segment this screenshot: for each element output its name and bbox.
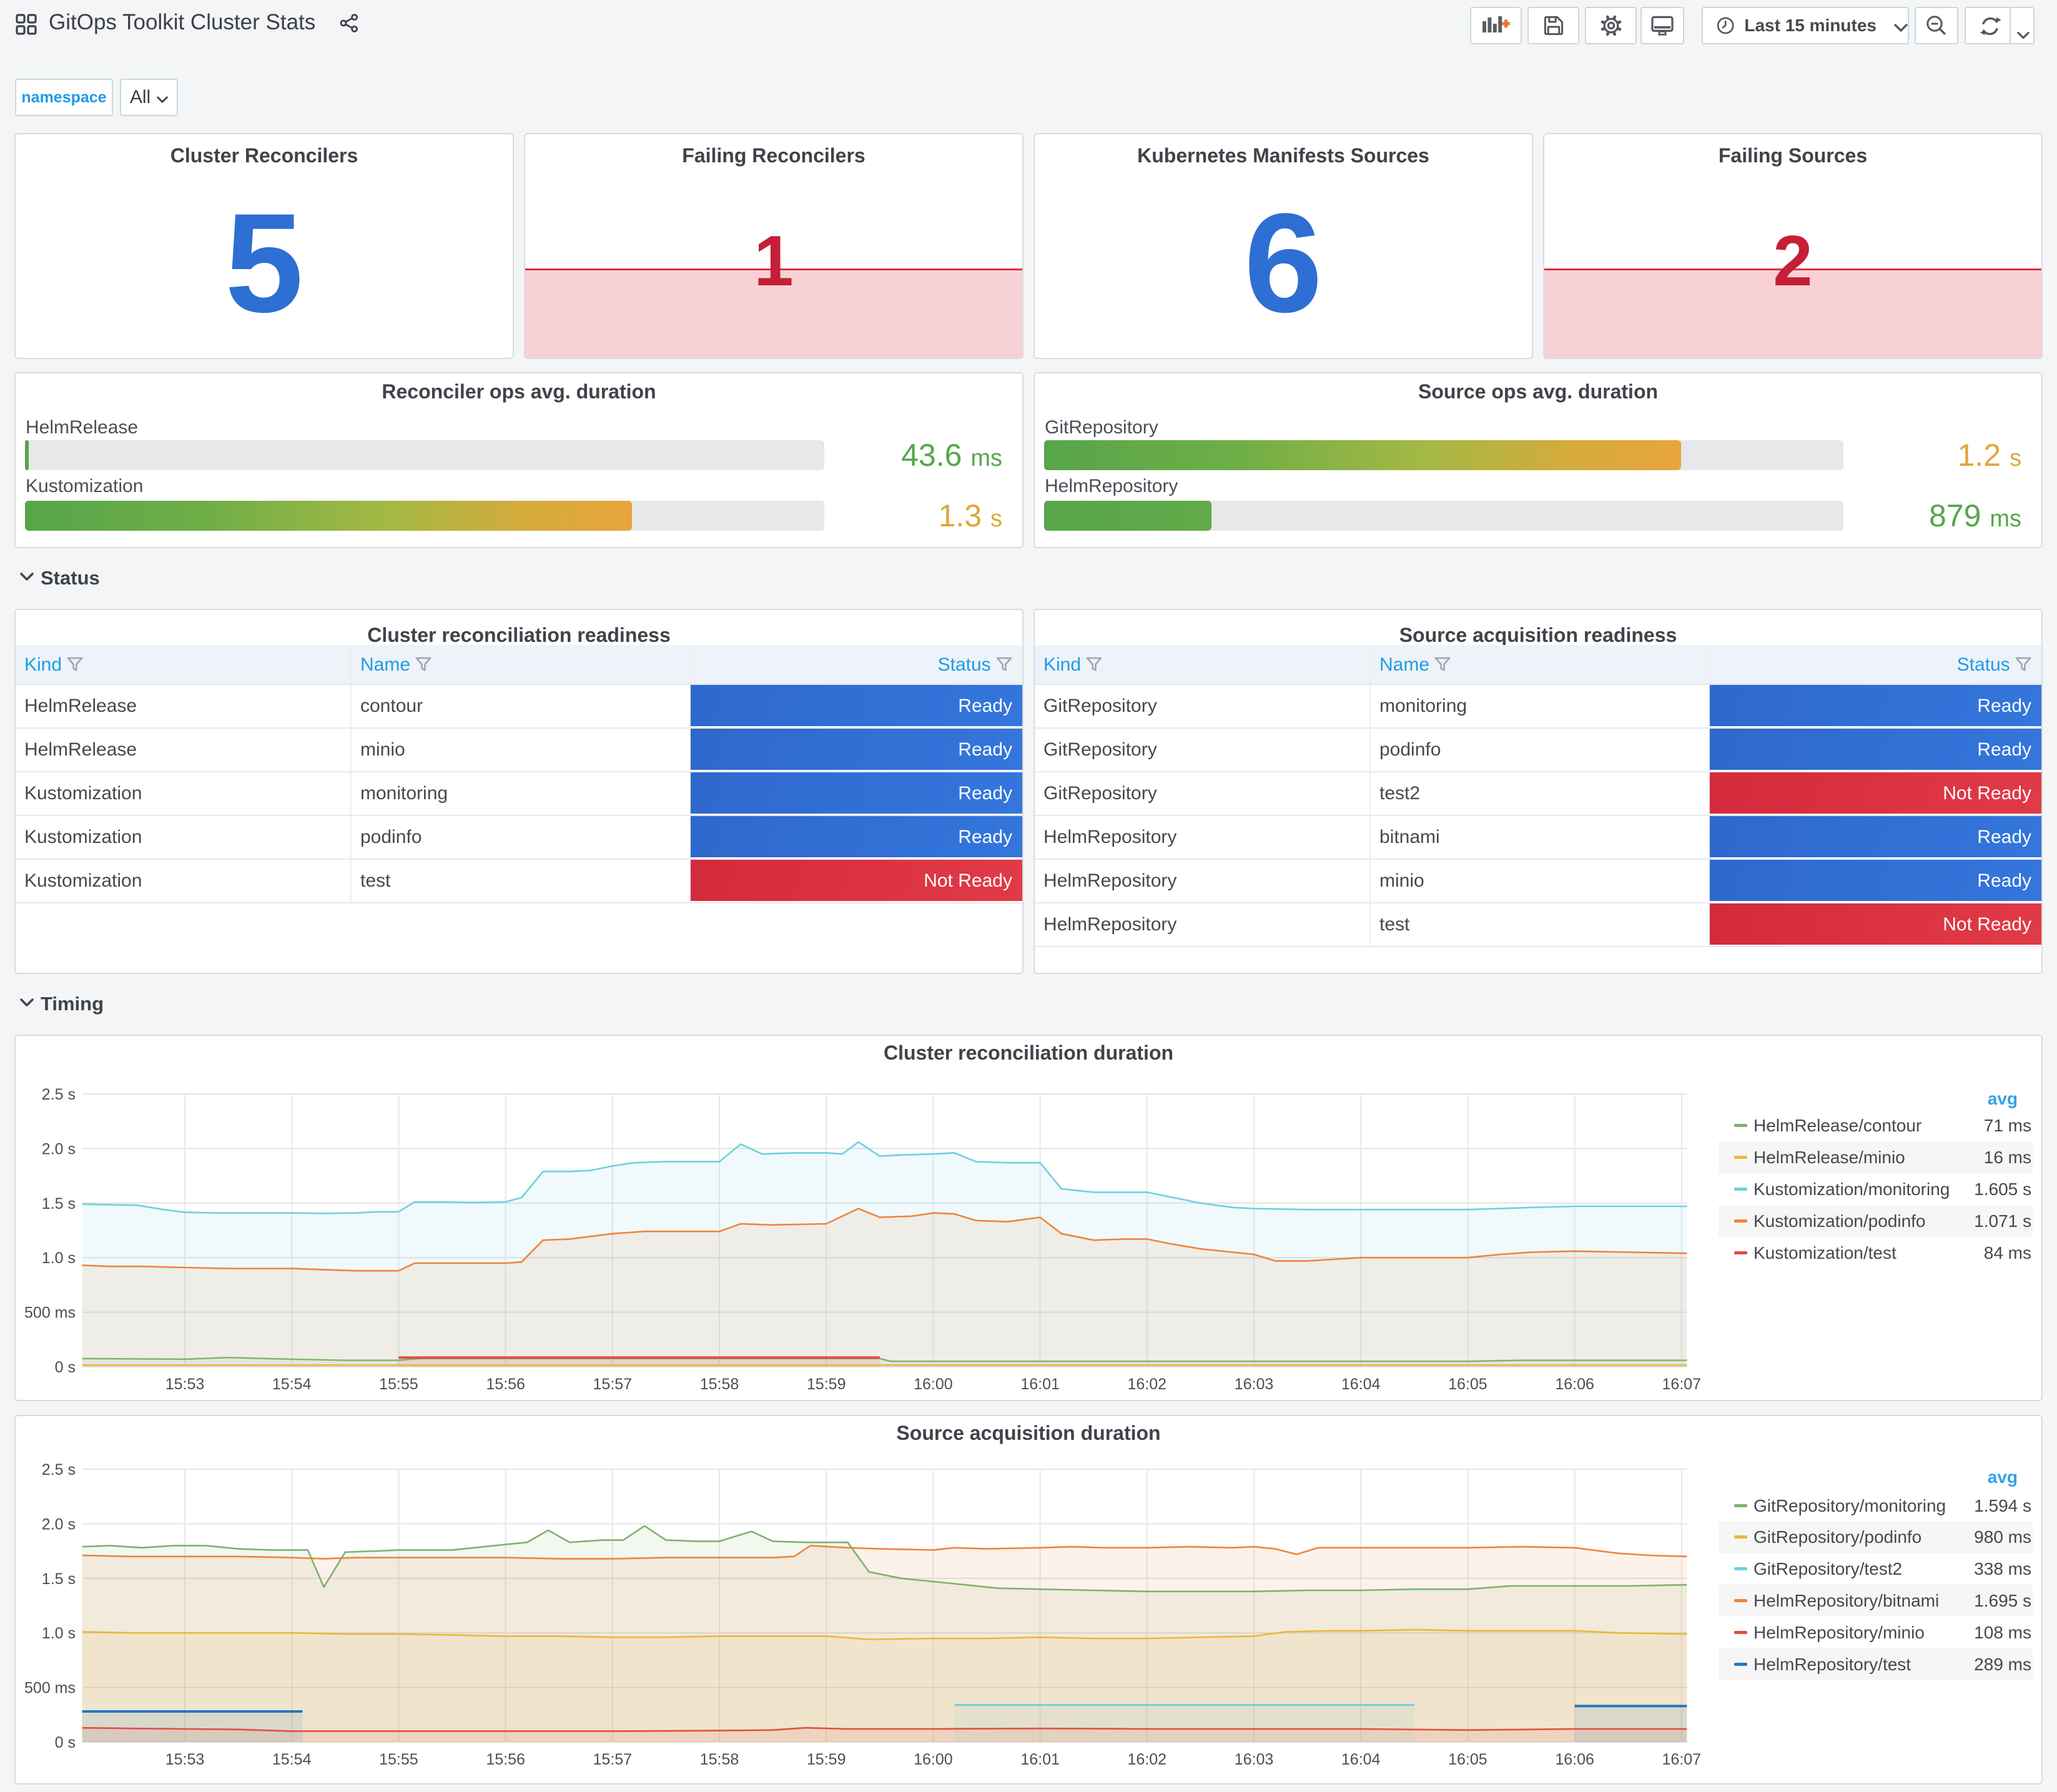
svg-text:16:07: 16:07: [1662, 1751, 1702, 1768]
svg-text:15:57: 15:57: [593, 1751, 633, 1768]
svg-text:16:07: 16:07: [1662, 1376, 1702, 1393]
svg-text:15:57: 15:57: [593, 1376, 633, 1393]
svg-text:0 s: 0 s: [55, 1734, 76, 1751]
svg-text:16:02: 16:02: [1128, 1376, 1167, 1393]
svg-text:15:59: 15:59: [807, 1376, 846, 1393]
svg-text:1.0 s: 1.0 s: [42, 1625, 76, 1642]
svg-text:500 ms: 500 ms: [24, 1680, 76, 1697]
svg-text:16:03: 16:03: [1235, 1751, 1274, 1768]
svg-text:15:59: 15:59: [807, 1751, 846, 1768]
svg-text:1.0 s: 1.0 s: [42, 1249, 76, 1267]
svg-text:15:54: 15:54: [272, 1751, 312, 1768]
svg-text:16:04: 16:04: [1341, 1376, 1381, 1393]
svg-text:1.5 s: 1.5 s: [42, 1570, 76, 1588]
svg-text:15:56: 15:56: [486, 1751, 525, 1768]
svg-text:16:06: 16:06: [1555, 1751, 1594, 1768]
svg-text:15:53: 15:53: [165, 1751, 205, 1768]
svg-text:500 ms: 500 ms: [24, 1304, 76, 1322]
svg-text:2.0 s: 2.0 s: [42, 1515, 76, 1533]
svg-text:16:02: 16:02: [1128, 1751, 1167, 1768]
svg-text:15:58: 15:58: [700, 1376, 739, 1393]
svg-text:2.5 s: 2.5 s: [42, 1461, 76, 1479]
svg-text:15:56: 15:56: [486, 1376, 525, 1393]
svg-text:16:05: 16:05: [1448, 1751, 1487, 1768]
svg-text:0 s: 0 s: [55, 1359, 76, 1376]
svg-text:16:06: 16:06: [1555, 1376, 1594, 1393]
svg-text:16:00: 16:00: [914, 1376, 953, 1393]
svg-text:15:53: 15:53: [165, 1376, 205, 1393]
svg-text:2.0 s: 2.0 s: [42, 1140, 76, 1158]
svg-text:16:03: 16:03: [1235, 1376, 1274, 1393]
svg-text:16:01: 16:01: [1020, 1376, 1060, 1393]
svg-text:16:00: 16:00: [914, 1751, 953, 1768]
svg-text:15:55: 15:55: [379, 1751, 418, 1768]
svg-text:16:01: 16:01: [1020, 1751, 1060, 1768]
svg-text:1.5 s: 1.5 s: [42, 1195, 76, 1213]
svg-text:15:54: 15:54: [272, 1376, 312, 1393]
svg-text:16:04: 16:04: [1341, 1751, 1381, 1768]
svg-text:15:55: 15:55: [379, 1376, 418, 1393]
svg-text:16:05: 16:05: [1448, 1376, 1487, 1393]
svg-text:15:58: 15:58: [700, 1751, 739, 1768]
svg-text:2.5 s: 2.5 s: [42, 1086, 76, 1103]
